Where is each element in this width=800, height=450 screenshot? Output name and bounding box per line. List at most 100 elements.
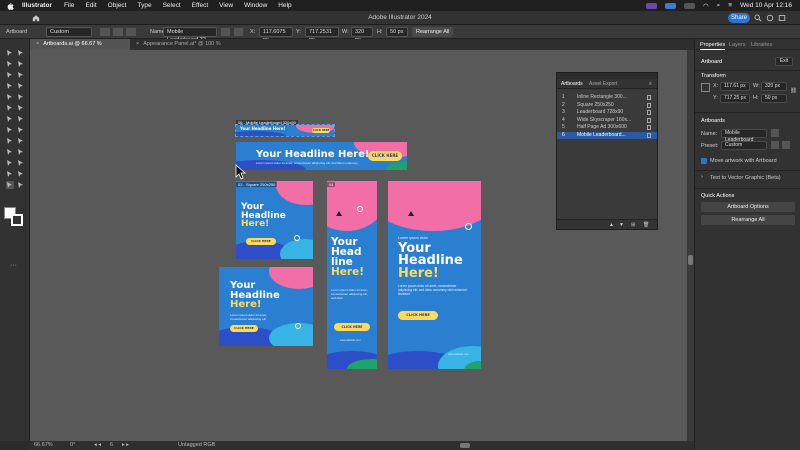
artboard-number[interactable]: 6	[110, 442, 113, 449]
free-transform-tool-icon[interactable]	[17, 115, 25, 123]
tab-layers[interactable]: Layers	[729, 41, 746, 49]
stroke-swatch[interactable]	[11, 214, 23, 226]
selection-tool-icon[interactable]	[6, 49, 14, 57]
mesh-tool-icon[interactable]	[6, 137, 14, 145]
tab-asset-export[interactable]: Asset Export	[589, 80, 617, 88]
apple-icon[interactable]	[6, 2, 14, 10]
rp-y-input[interactable]: 717.25 px	[720, 94, 750, 103]
link-icon[interactable]: ⛓	[790, 88, 797, 94]
new-artboard-icon[interactable]: ⊞	[631, 222, 635, 228]
zoom-level[interactable]: 66.67%	[34, 442, 53, 449]
rp-name-input[interactable]: Mobile Leaderboard	[721, 129, 767, 143]
rp-preset-dropdown[interactable]: Custom	[721, 141, 767, 150]
rearrange-all-button[interactable]: Rearrange All	[412, 27, 454, 37]
graph-tool-icon[interactable]	[17, 159, 25, 167]
clock[interactable]: Wed 10 Apr 12:16	[740, 2, 792, 9]
rectangle-tool-icon[interactable]	[6, 82, 14, 90]
x-input[interactable]: 117.6075 px	[259, 27, 293, 43]
orientation-icon[interactable]	[100, 28, 110, 36]
artboard-inline-rectangle[interactable]: Your Headline Here! Lorem ipsum dolor si…	[219, 267, 313, 346]
more-tools-icon[interactable]: ···	[10, 262, 17, 269]
preset-dropdown[interactable]: Custom	[46, 27, 92, 37]
close-icon[interactable]: ×	[136, 41, 139, 47]
artboard-list-item[interactable]: 6 Mobile Leaderboard...	[557, 131, 657, 139]
menu-select[interactable]: Select	[163, 2, 181, 9]
perspective-tool-icon[interactable]	[17, 126, 25, 134]
chevron-right-icon[interactable]: ›	[701, 174, 703, 180]
artboard-square[interactable]: 02 - Square 250x250 Your Headline Here! …	[236, 181, 313, 259]
artboard-options-icon[interactable]	[647, 110, 651, 115]
close-icon[interactable]: ×	[36, 41, 39, 47]
artboard-skyscraper[interactable]: 04 Your Head line Here! Lorem ipsum dolo…	[327, 181, 377, 369]
type-tool-icon[interactable]	[6, 71, 14, 79]
extension-icon[interactable]	[645, 2, 657, 9]
menu-type[interactable]: Type	[137, 2, 151, 9]
search-icon[interactable]	[754, 14, 762, 22]
tab-artboards-panel[interactable]: Artboards	[561, 80, 583, 88]
panel-menu-icon[interactable]: ≡	[649, 80, 652, 88]
search-icon[interactable]: ⌕	[717, 2, 721, 10]
control-center-icon[interactable]: ≡	[728, 2, 732, 9]
app-menu[interactable]: Illustrator	[22, 2, 52, 9]
rotate-tool-icon[interactable]	[6, 104, 14, 112]
rp-w-input[interactable]: 320 px	[761, 82, 787, 91]
text-to-vector-label[interactable]: Text to Vector Graphic (Beta)	[710, 175, 781, 181]
move-artwork-checkbox[interactable]	[701, 158, 707, 164]
pen-tool-icon[interactable]	[6, 60, 14, 68]
pencil-tool-icon[interactable]	[6, 93, 14, 101]
symbol-sprayer-tool-icon[interactable]	[6, 159, 14, 167]
artboard-list-item[interactable]: 2 Square 250x250	[557, 102, 657, 109]
reference-point-icon[interactable]	[234, 28, 243, 36]
horizontal-scroll-thumb[interactable]	[460, 443, 470, 448]
eraser-tool-icon[interactable]	[17, 93, 25, 101]
rearrange-all-panel-button[interactable]: Rearrange All	[701, 215, 795, 225]
rp-orientation-icon[interactable]	[771, 129, 779, 137]
landscape-icon[interactable]	[782, 141, 790, 149]
share-button[interactable]: Share	[728, 13, 750, 23]
tab-properties[interactable]: Properties	[700, 41, 726, 50]
reference-point-icon[interactable]	[701, 83, 710, 92]
gradient-tool-icon[interactable]	[17, 137, 25, 145]
prev-artboard-icon[interactable]: ◂ ◂	[94, 442, 101, 449]
rotation-level[interactable]: 0°	[70, 442, 75, 449]
rp-x-input[interactable]: 117.61 px	[720, 82, 750, 91]
direct-selection-tool-icon[interactable]	[17, 49, 25, 57]
move-up-icon[interactable]: ▲	[609, 222, 614, 228]
recording-icon[interactable]	[664, 2, 676, 9]
eyedropper-tool-icon[interactable]	[6, 148, 14, 156]
exit-button[interactable]: Exit	[775, 57, 793, 66]
new-artboard-icon[interactable]	[113, 28, 123, 36]
artboard-options-icon[interactable]	[647, 125, 651, 130]
artboard-list-item[interactable]: 5 Half Page Ad 300x600	[557, 124, 657, 131]
tab-artboards[interactable]: ×Artboards.ai @ 66.67 % (RGB/Preview)	[30, 39, 130, 58]
delete-icon[interactable]: 🗑	[643, 222, 649, 228]
vertical-scrollbar[interactable]	[687, 50, 694, 441]
shape-builder-tool-icon[interactable]	[6, 126, 14, 134]
artboard-mobile-leaderboard[interactable]: Your Headline Here! CLICK HERE	[235, 124, 335, 137]
artboard-leaderboard[interactable]: Your Headline Here! Lorem ipsum dolor si…	[236, 142, 407, 170]
hand-tool-icon[interactable]	[6, 181, 14, 189]
tab-appearance-panel[interactable]: ×Appearance Panel.ai* @ 100 % (RGB/Previ…	[130, 39, 248, 58]
artboard-tool-icon[interactable]	[6, 170, 14, 178]
artboard-list-item[interactable]: 3 Leaderboard 728x90	[557, 109, 657, 116]
slice-tool-icon[interactable]	[17, 170, 25, 178]
artboard-options-icon[interactable]	[647, 132, 651, 138]
artboard-list-item[interactable]: 1 Inline Rectangle 300...	[557, 94, 657, 101]
artboard-options-button[interactable]: Artboard Options	[701, 202, 795, 212]
scale-tool-icon[interactable]	[17, 104, 25, 112]
move-artwork-icon[interactable]	[221, 28, 230, 36]
move-down-icon[interactable]: ▼	[619, 222, 624, 228]
artboard-half-page[interactable]: Lorem ipsum dolor Your Headline Here! Lo…	[388, 181, 481, 369]
delete-artboard-icon[interactable]	[126, 28, 136, 36]
wifi-icon[interactable]: ◠	[703, 2, 709, 10]
menu-window[interactable]: Window	[244, 2, 267, 9]
arrange-documents-icon[interactable]	[778, 14, 786, 22]
tab-libraries[interactable]: Libraries	[751, 41, 772, 49]
blend-tool-icon[interactable]	[17, 148, 25, 156]
w-input[interactable]: 320 px	[351, 27, 373, 43]
h-input[interactable]: 50 px	[386, 27, 408, 37]
battery-icon[interactable]	[683, 2, 695, 9]
artboard-list-item[interactable]: 4 Wide Skyscraper 160x...	[557, 117, 657, 124]
artboard-options-icon[interactable]	[647, 95, 651, 100]
zoom-tool-icon[interactable]	[17, 181, 25, 189]
